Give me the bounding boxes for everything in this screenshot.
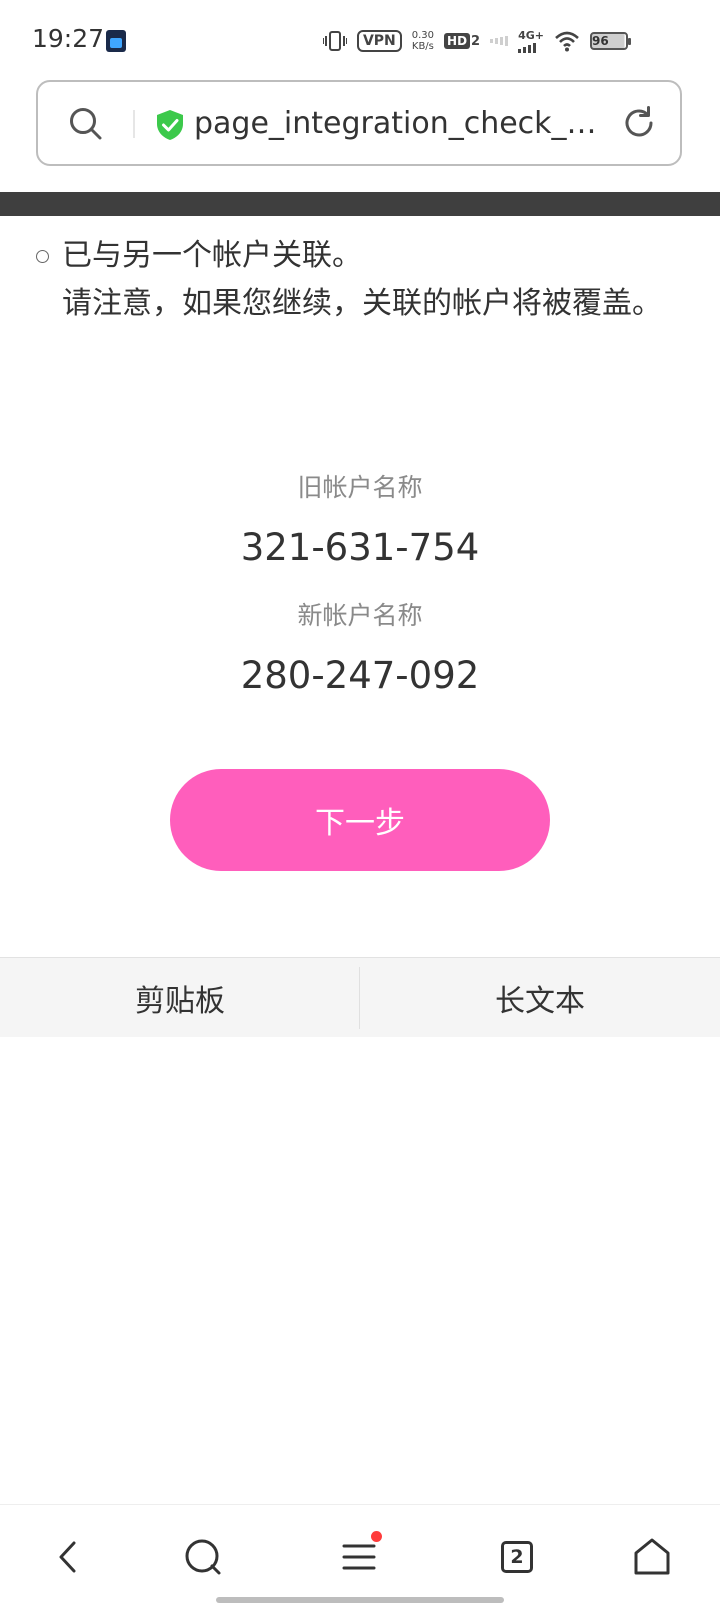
address-divider — [133, 110, 135, 138]
new-account-label: 新帐户名称 — [297, 601, 423, 630]
linked-account-notice: 已与另一个帐户关联。 请注意，如果您继续，关联的帐户将被覆盖。 — [62, 232, 662, 328]
notice-line-1: 已与另一个帐户关联。 — [62, 238, 362, 273]
app-notification-icon — [106, 30, 126, 52]
secure-shield-icon — [155, 109, 185, 141]
search-icon[interactable] — [68, 106, 104, 142]
network-speed: 0.30 KB/s — [411, 30, 435, 52]
url-text[interactable]: page_integration_check_… — [194, 102, 614, 146]
vibrate-icon — [322, 30, 347, 52]
tabs-button[interactable]: 2 — [495, 1535, 539, 1579]
battery-icon: 96 — [590, 32, 631, 50]
wifi-icon — [554, 30, 580, 52]
reload-icon[interactable] — [620, 104, 658, 142]
address-bar[interactable]: page_integration_check_… — [36, 80, 682, 166]
notice-line-2: 请注意，如果您继续，关联的帐户将被覆盖。 — [62, 286, 662, 321]
old-account-value: 321-631-754 — [240, 526, 480, 569]
bottom-navigation: 2 — [0, 1504, 720, 1605]
status-time: 19:27 — [32, 24, 105, 53]
tool-bar-divider — [359, 967, 360, 1029]
long-text-button[interactable]: 长文本 — [360, 958, 720, 1037]
home-indicator[interactable] — [216, 1597, 504, 1603]
next-button[interactable]: 下一步 — [170, 769, 550, 871]
page-header-band — [0, 192, 720, 216]
signal-4g-icon: 4G+ — [518, 29, 544, 53]
input-tool-bar: 剪贴板 长文本 — [0, 957, 720, 1037]
search-icon[interactable] — [181, 1535, 225, 1579]
new-account-value: 280-247-092 — [240, 654, 480, 697]
notification-dot — [371, 1531, 382, 1542]
back-icon[interactable] — [46, 1535, 90, 1579]
list-bullet — [36, 250, 49, 263]
home-icon[interactable] — [630, 1535, 674, 1579]
signal-empty-icon — [490, 33, 509, 49]
vpn-badge: VPN — [356, 30, 402, 52]
tabs-count: 2 — [501, 1541, 533, 1573]
hd-icon: HD 2 — [444, 33, 480, 49]
menu-icon[interactable] — [338, 1531, 382, 1579]
status-bar: 19:27 VPN 0.30 KB/s HD 2 4G+ 96 — [0, 0, 720, 80]
status-icons: VPN 0.30 KB/s HD 2 4G+ 96 — [322, 26, 631, 56]
clipboard-button[interactable]: 剪贴板 — [0, 958, 360, 1037]
old-account-label: 旧帐户名称 — [297, 473, 423, 502]
